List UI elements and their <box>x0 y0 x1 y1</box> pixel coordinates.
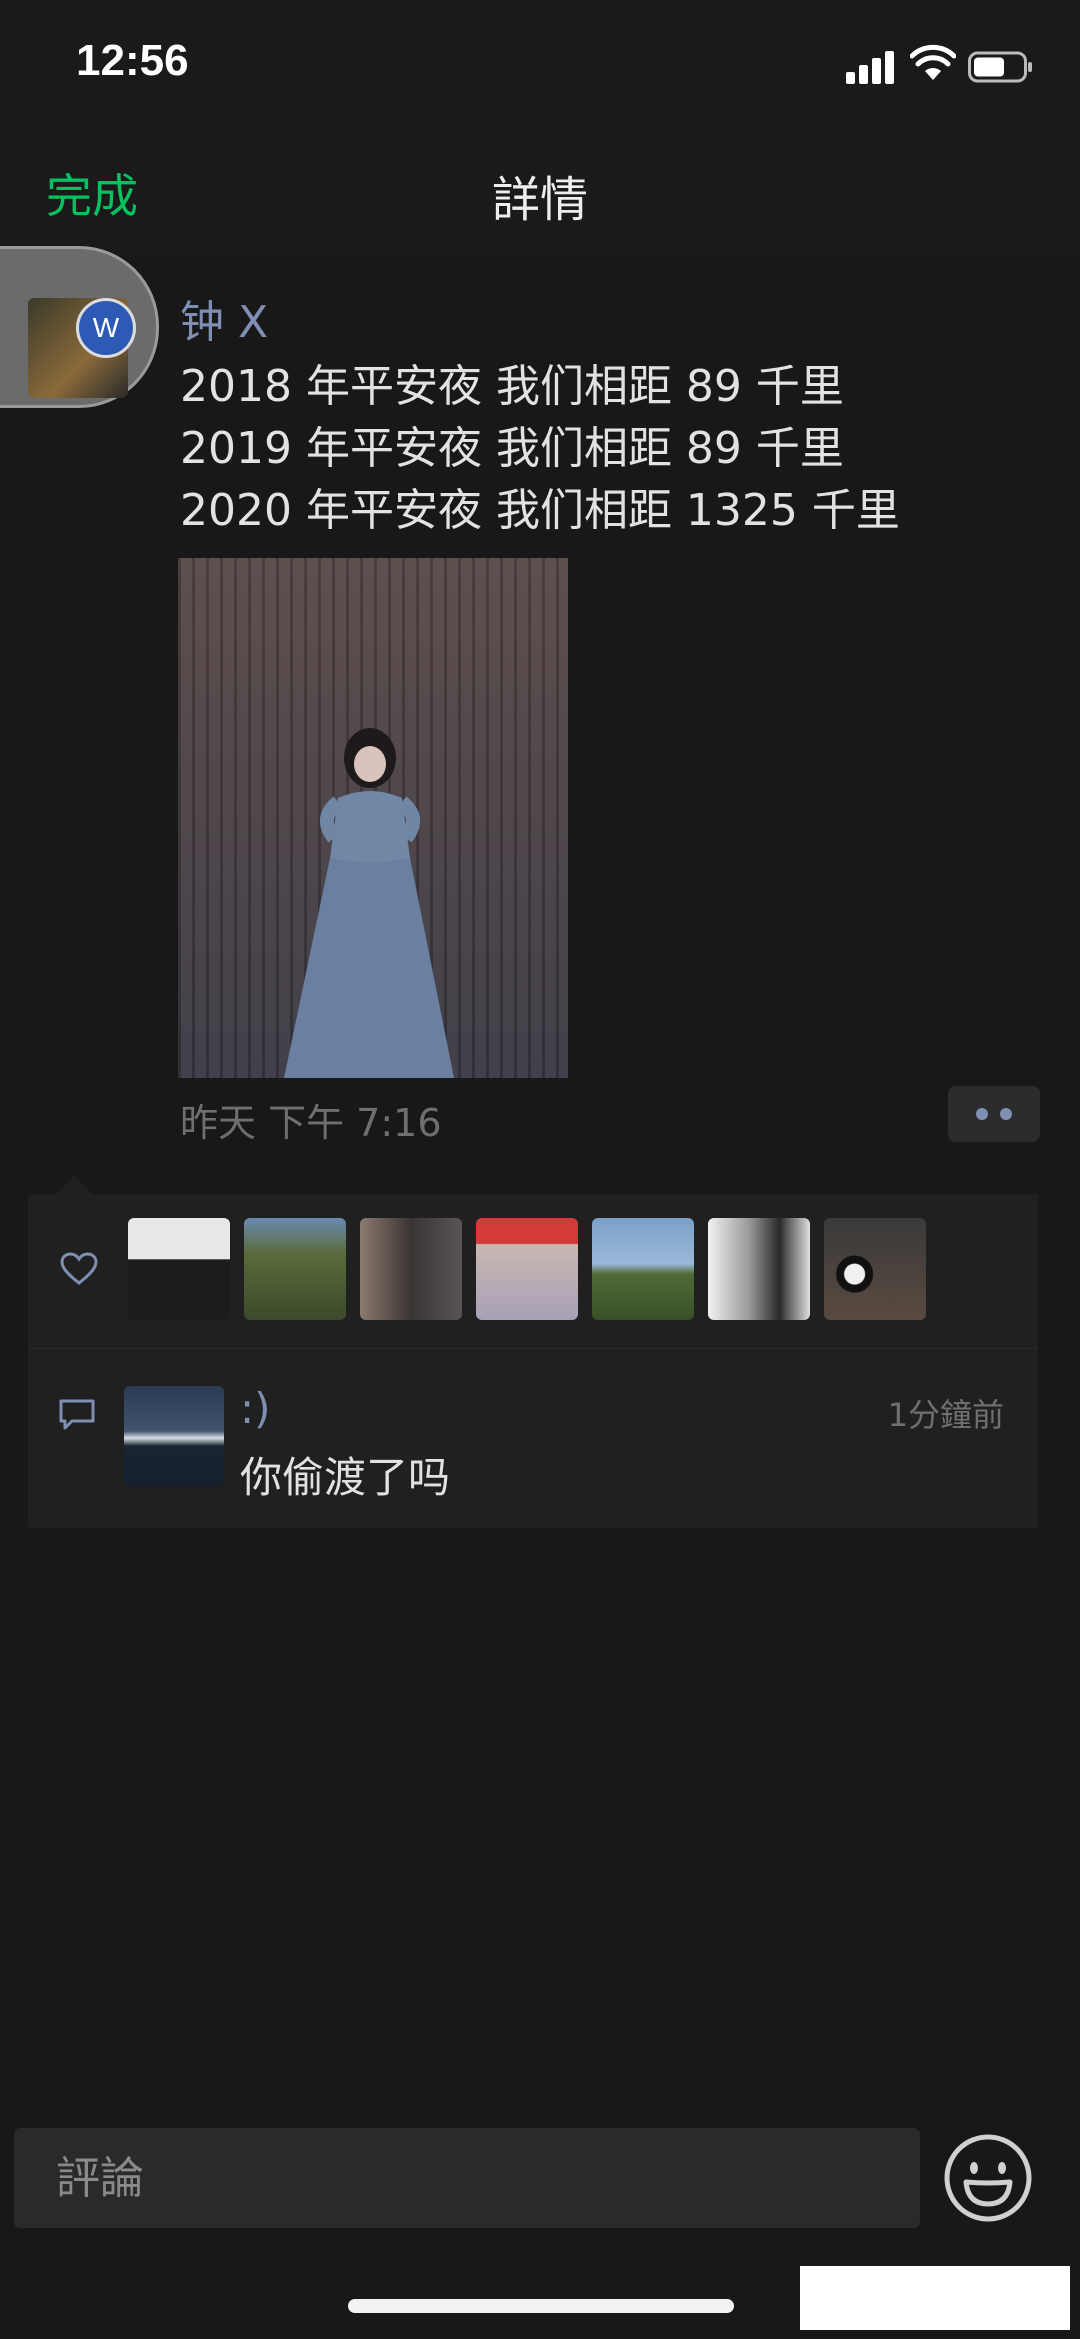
comment-input-bar <box>0 2100 1080 2230</box>
post-line: 2020 年平安夜 我们相距 1325 千里 <box>180 485 900 536</box>
wifi-icon <box>910 44 956 80</box>
comment-icon <box>59 1399 95 1430</box>
like-avatar[interactable] <box>128 1218 230 1320</box>
cellular-signal-icon <box>846 50 898 84</box>
status-bar: 12:56 <box>0 0 1080 130</box>
battery-icon <box>968 51 1032 83</box>
divider <box>28 1348 1038 1349</box>
heart-icon <box>60 1252 98 1285</box>
avatar-badge: W <box>76 298 136 358</box>
author-avatar[interactable]: W <box>0 246 160 408</box>
like-avatar[interactable] <box>244 1218 346 1320</box>
post-timestamp: 昨天 下午 7:16 <box>180 1101 442 1145</box>
like-avatar[interactable] <box>708 1218 810 1320</box>
status-time: 12:56 <box>76 36 189 85</box>
page-title: 詳情 <box>491 172 588 228</box>
comment-timestamp: 1分鐘前 <box>887 1396 1004 1434</box>
white-patch <box>800 2266 1070 2330</box>
post-text: 2018 年平安夜 我们相距 89 千里 2019 年平安夜 我们相距 89 千… <box>180 356 1040 542</box>
post-photo[interactable] <box>178 558 568 1078</box>
post-line: 2019 年平安夜 我们相距 89 千里 <box>180 423 844 474</box>
interaction-box-arrow <box>56 1176 92 1194</box>
like-avatar[interactable] <box>476 1218 578 1320</box>
like-avatar[interactable] <box>592 1218 694 1320</box>
author-name[interactable]: 钟 X <box>180 286 268 350</box>
like-avatar[interactable] <box>824 1218 926 1320</box>
post-line: 2018 年平安夜 我们相距 89 千里 <box>180 361 844 412</box>
more-actions-button[interactable] <box>948 1086 1040 1142</box>
comment-author[interactable]: :) <box>240 1384 271 1433</box>
emoji-icon[interactable] <box>942 2132 1034 2224</box>
navigation-bar: 完成 詳情 <box>0 130 1080 255</box>
home-indicator[interactable] <box>348 2299 734 2313</box>
like-avatar[interactable] <box>360 1218 462 1320</box>
photo-figure <box>284 728 454 1078</box>
comment-text[interactable]: 你偷渡了吗 <box>240 1444 450 1505</box>
comment-input[interactable] <box>14 2128 920 2228</box>
comment-avatar[interactable] <box>124 1386 224 1486</box>
